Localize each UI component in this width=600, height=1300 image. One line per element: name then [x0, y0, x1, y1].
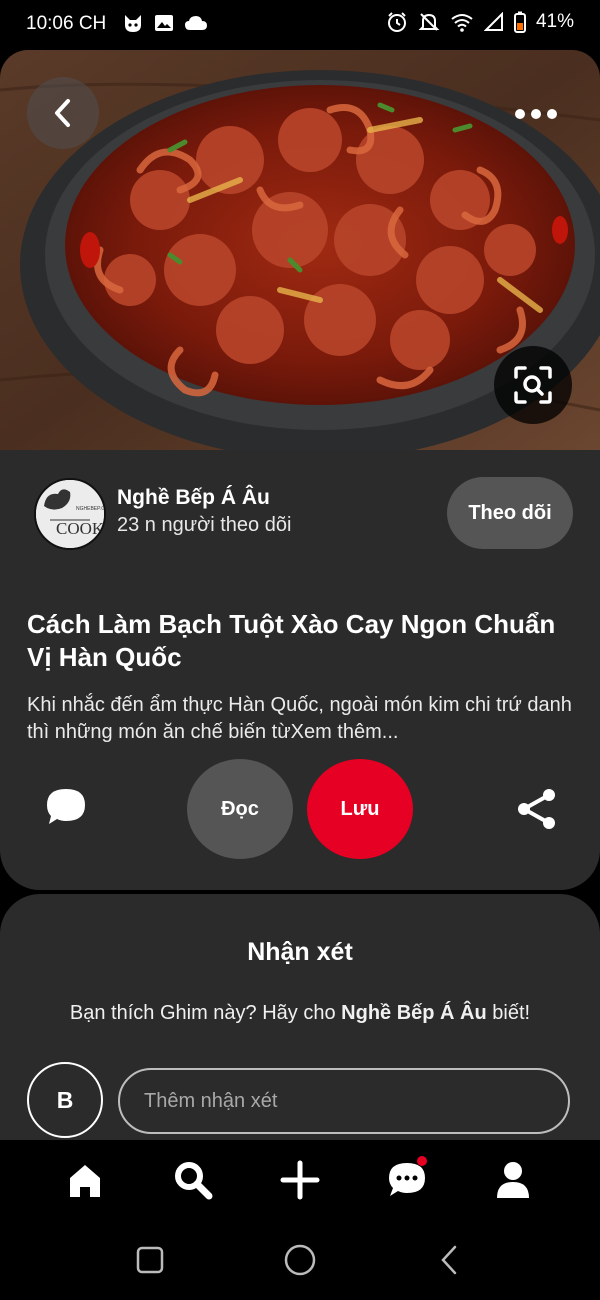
pin-title: Cách Làm Bạch Tuột Xào Cay Ngon Chuẩn Vị…: [27, 609, 556, 672]
read-button[interactable]: Đọc: [187, 759, 293, 859]
recent-apps-icon[interactable]: [136, 1246, 164, 1274]
follower-count: 23 n người theo dõi: [117, 514, 292, 536]
visual-search-button[interactable]: [494, 346, 572, 424]
search-icon: [175, 1162, 213, 1200]
image-icon: [155, 15, 173, 31]
alarm-icon: [387, 12, 406, 32]
nav-search[interactable]: [169, 1156, 217, 1204]
notification-dot: [417, 1156, 427, 1166]
more-button[interactable]: [512, 102, 560, 126]
comments-title: Nhận xét: [247, 938, 353, 966]
wifi-icon: [451, 14, 473, 32]
prompt-creator-name: Nghề Bếp Á Âu: [341, 1002, 487, 1024]
cat-icon: [125, 15, 141, 32]
pin-image[interactable]: [0, 50, 600, 450]
system-back-icon[interactable]: [438, 1244, 460, 1276]
user-avatar[interactable]: B: [27, 1062, 103, 1138]
status-time: 10:06 CH: [26, 13, 107, 34]
prompt-text-end: biết!: [486, 1002, 531, 1024]
battery-icon: [513, 11, 526, 33]
more-dots-icon: [515, 109, 557, 119]
prompt-text: Bạn thích Ghim này? Hãy cho: [69, 1002, 342, 1024]
nav-profile[interactable]: [489, 1156, 537, 1204]
nav-home[interactable]: [61, 1156, 109, 1204]
svg-text:COOK: COOK: [56, 519, 104, 538]
creator-avatar[interactable]: NGHEBEP.COM COOK: [34, 478, 106, 550]
chevron-left-icon: [55, 99, 70, 127]
cloud-icon: [185, 16, 207, 30]
status-left-icons: [122, 12, 208, 34]
comments-prompt: Bạn thích Ghim này? Hãy cho Nghề Bếp Á Â…: [0, 1002, 600, 1025]
share-button[interactable]: [515, 787, 559, 836]
share-icon: [518, 789, 555, 829]
messages-icon: [389, 1163, 425, 1196]
profile-icon: [497, 1162, 529, 1198]
save-button[interactable]: Lưu: [307, 759, 413, 859]
svg-text:NGHEBEP.COM: NGHEBEP.COM: [76, 506, 104, 512]
nav-messages[interactable]: [383, 1156, 431, 1204]
nav-create[interactable]: [276, 1156, 324, 1204]
status-bar: 10:06 CH 41%: [0, 0, 600, 50]
home-icon: [70, 1165, 100, 1197]
mute-bell-icon: [418, 13, 440, 31]
plus-icon: [280, 1160, 320, 1200]
creator-name[interactable]: Nghề Bếp Á Âu: [117, 486, 270, 510]
pin-details-card: NGHEBEP.COM COOK Nghề Bếp Á Âu 23 n ngườ…: [0, 450, 600, 890]
back-button[interactable]: [27, 77, 99, 149]
battery-percent: 41%: [535, 11, 574, 32]
pin-description: Khi nhắc đến ẩm thực Hàn Quốc, ngoài món…: [27, 692, 577, 746]
signal-icon: [483, 12, 503, 31]
comments-section: Nhận xét Bạn thích Ghim này? Hãy cho Ngh…: [0, 894, 600, 1140]
visual-search-icon: [514, 366, 552, 404]
follow-button[interactable]: Theo dõi: [447, 477, 573, 549]
creator-logo: NGHEBEP.COM COOK: [36, 480, 104, 548]
home-button-icon[interactable]: [284, 1244, 316, 1276]
comment-button[interactable]: [44, 786, 88, 833]
status-right-icons: 41%: [386, 11, 574, 33]
bottom-navigation: [0, 1140, 600, 1220]
system-navigation-bar: [0, 1220, 600, 1300]
comment-input[interactable]: [118, 1068, 570, 1134]
see-more-link[interactable]: Xem thêm...: [291, 721, 399, 743]
speech-bubble-icon: [47, 789, 85, 824]
